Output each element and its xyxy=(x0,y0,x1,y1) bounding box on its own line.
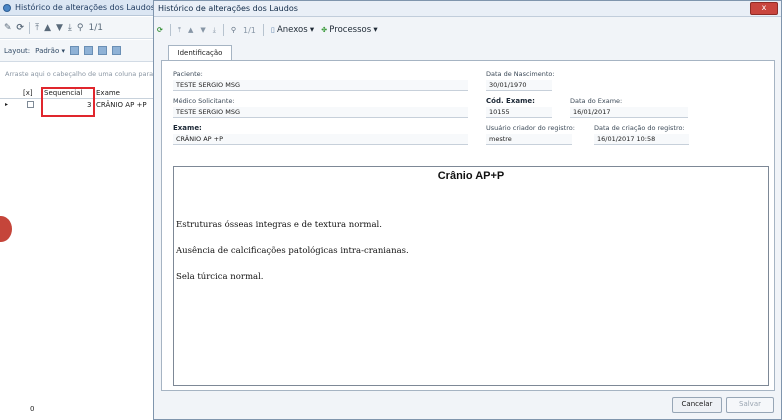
first-record-icon[interactable]: ⤒ xyxy=(35,23,39,33)
binoculars-icon[interactable]: ⚲ xyxy=(231,26,236,34)
binoculars-icon[interactable]: ⚲ xyxy=(77,23,84,33)
toolbar-separator xyxy=(262,24,264,36)
attachment-icon: ▯ xyxy=(270,26,275,34)
paciente-label: Paciente: xyxy=(173,70,203,78)
nascimento-label: Data de Nascimento: xyxy=(486,70,555,78)
toolbar-separator xyxy=(169,24,171,36)
group-by-hint[interactable]: Arraste aqui o cabeçalho de uma coluna p… xyxy=(5,70,153,78)
usuario-label: Usuário criador do registro: xyxy=(486,124,575,132)
refresh-icon[interactable]: ⟳ xyxy=(157,26,163,34)
toolbar-separator xyxy=(29,21,31,34)
layout-export-icon[interactable] xyxy=(112,46,121,55)
anexos-menu[interactable]: ▯ Anexos ▾ xyxy=(271,25,314,35)
row-pointer-icon: ▸ xyxy=(5,101,9,108)
report-title: Crânio AP+P xyxy=(437,170,505,182)
background-window-title: Histórico de alterações dos Laudos xyxy=(15,3,155,12)
previous-record-icon[interactable]: ▲ xyxy=(44,23,51,33)
report-line: Sela túrcica normal. xyxy=(176,272,264,282)
medico-label: Médico Solicitante: xyxy=(173,97,235,105)
dialog-titlebar: Histórico de alterações dos Laudos x xyxy=(154,1,781,17)
refresh-icon[interactable]: ⟳ xyxy=(17,23,25,33)
medico-field[interactable]: TESTE SERGIO MSG xyxy=(173,107,468,118)
identification-panel: Paciente: TESTE SERGIO MSG Data de Nasci… xyxy=(161,60,775,391)
page-indicator: 1/1 xyxy=(243,25,256,35)
processos-menu[interactable]: ✤ Processos ▾ xyxy=(321,25,378,35)
chevron-down-icon: ▾ xyxy=(373,25,378,35)
chevron-down-icon: ▾ xyxy=(309,25,315,35)
report-viewer[interactable]: Crânio AP+P Estruturas ósseas integras e… xyxy=(173,166,769,386)
tab-identificacao[interactable]: Identificação xyxy=(168,45,232,61)
column-header-exame[interactable]: Exame xyxy=(96,89,120,97)
nascimento-field[interactable]: 30/01/1970 xyxy=(486,80,552,91)
layout-label: Layout: xyxy=(4,46,31,55)
layout-dropdown[interactable]: Padrão ▾ xyxy=(35,47,65,55)
save-button[interactable]: Salvar xyxy=(726,397,774,413)
footer-count: 0 xyxy=(30,405,35,413)
toolbar-separator xyxy=(222,24,224,36)
exame-field[interactable]: CRÂNIO AP +P xyxy=(173,134,468,145)
next-record-icon[interactable]: ▼ xyxy=(200,26,205,34)
layout-save-icon[interactable] xyxy=(70,46,79,55)
history-dialog: Histórico de alterações dos Laudos x ⟳ ⤒… xyxy=(153,0,782,420)
data-criacao-field[interactable]: 16/01/2017 10:58 xyxy=(594,134,689,145)
dialog-toolbar: ⟳ ⤒ ▲ ▼ ⤓ ⚲ 1/1 ▯ Anexos ▾ ✤ Processos ▾ xyxy=(154,19,781,41)
layout-grid-icon[interactable] xyxy=(84,46,93,55)
background-window-titlebar: Histórico de alterações dos Laudos xyxy=(0,0,160,16)
edit-icon[interactable]: ✎ xyxy=(4,23,12,33)
report-line: Estruturas ósseas integras e de textura … xyxy=(176,220,382,230)
first-record-icon[interactable]: ⤒ xyxy=(178,26,181,35)
close-button[interactable]: x xyxy=(750,2,778,15)
layout-value: Padrão xyxy=(35,46,60,55)
paciente-field[interactable]: TESTE SERGIO MSG xyxy=(173,80,468,91)
row-exame: CRÂNIO AP +P xyxy=(96,101,147,109)
data-criacao-label: Data de criação do registro: xyxy=(594,124,685,132)
report-line: Ausência de calcificações patológicas in… xyxy=(176,246,409,256)
app-icon xyxy=(3,3,11,12)
data-exame-label: Data do Exame: xyxy=(570,97,623,105)
last-record-icon[interactable]: ⤓ xyxy=(213,26,216,35)
column-header-select[interactable]: [x] xyxy=(23,89,33,97)
last-record-icon[interactable]: ⤓ xyxy=(68,23,72,33)
processos-label: Processos xyxy=(329,25,372,35)
cod-exame-label: Cód. Exame: xyxy=(486,97,535,105)
background-toolbar: ✎ ⟳ ⤒ ▲ ▼ ⤓ ⚲ 1/1 xyxy=(0,17,160,39)
processes-icon: ✤ xyxy=(321,26,328,34)
cancel-button[interactable]: Cancelar xyxy=(672,397,722,413)
usuario-field[interactable]: mestre xyxy=(486,134,572,145)
background-window: Histórico de alterações dos Laudos ✎ ⟳ ⤒… xyxy=(0,0,161,420)
dialog-title: Histórico de alterações dos Laudos xyxy=(158,4,298,13)
anexos-label: Anexos xyxy=(276,25,308,35)
row-checkbox[interactable] xyxy=(27,101,34,108)
background-layout-bar: Layout: Padrão ▾ xyxy=(0,40,160,62)
cod-exame-field[interactable]: 10155 xyxy=(486,107,552,118)
highlight-annotation xyxy=(41,87,95,117)
layout-columns-icon[interactable] xyxy=(98,46,107,55)
page-indicator: 1/1 xyxy=(88,22,103,33)
next-record-icon[interactable]: ▼ xyxy=(56,23,63,33)
exame-label: Exame: xyxy=(173,124,202,132)
previous-record-icon[interactable]: ▲ xyxy=(188,26,193,34)
data-exame-field[interactable]: 16/01/2017 xyxy=(570,107,688,118)
